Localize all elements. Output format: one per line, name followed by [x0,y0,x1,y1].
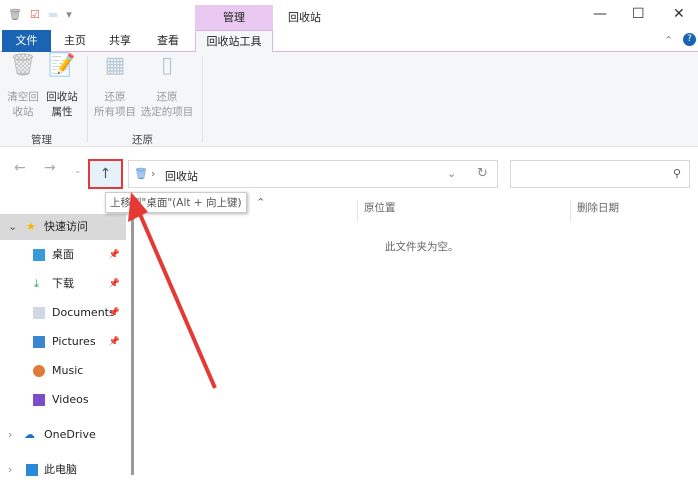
tab-recycle-bin-tools[interactable]: 回收站工具 [195,30,273,53]
column-header-date-deleted[interactable]: 删除日期 [577,200,619,215]
cloud-icon: ☁ [24,428,35,441]
chevron-down-icon[interactable]: ⌄ [8,214,17,240]
group-label-manage: 管理 [31,134,52,146]
arrow-up-icon: ↑ [99,166,112,182]
sidebar-item-pictures[interactable]: Pictures 📌 [0,329,126,355]
pin-icon[interactable]: 📌 [109,242,120,268]
pin-icon[interactable]: 📌 [109,271,120,297]
sidebar-item-videos[interactable]: Videos [0,387,126,413]
restore-selected-icon: ▯ [160,53,174,78]
desktop-icon [33,249,45,261]
tab-view[interactable]: 查看 [148,30,188,52]
properties-icon: 📝 [48,53,76,78]
sidebar-item-quick-access[interactable]: ⌄ ★ 快速访问 [0,214,126,240]
group-label-restore: 还原 [132,134,153,146]
music-icon [33,365,45,377]
sidebar-item-this-pc[interactable]: › 此电脑 [0,457,126,483]
ribbon: 🗑 清空回 收站 📝 回收站 属性 管理 ▦ 还原 所有项目 ▯ 还原 选定的项目 还原 [0,52,698,147]
ribbon-tabs: 文件 主页 共享 查看 回收站工具 ⌃ ? [0,30,698,53]
recycle-bin-properties-button[interactable]: 📝 回收站 属性 [44,53,80,120]
close-button[interactable]: ✕ [673,6,685,22]
restore-all-button[interactable]: ▦ 还原 所有项目 [92,53,138,120]
empty-recycle-bin-button[interactable]: 🗑 清空回 收站 [6,53,40,120]
documents-icon [33,307,45,319]
download-icon: ⤓ [34,277,39,290]
sort-ascending-icon: ⌃ [256,196,266,209]
sidebar-item-onedrive[interactable]: › ☁ OneDrive [0,422,126,448]
window-title: 回收站 [288,11,321,24]
videos-icon [33,394,45,406]
collapse-ribbon-icon[interactable]: ⌃ [664,34,673,47]
recycle-bin-icon: 🗑 [8,8,22,21]
properties-icon[interactable]: ☑ [30,8,40,21]
recent-locations-dropdown[interactable]: ⌄ [74,166,82,176]
chevron-right-icon[interactable]: › [8,422,12,448]
help-icon[interactable]: ? [683,33,696,46]
refresh-icon[interactable]: ↻ [477,166,488,181]
chevron-right-icon[interactable]: › [8,457,12,483]
column-header-original-location[interactable]: 原位置 [364,200,396,215]
quick-access-toolbar: 🗑 ☑ ▬ ▾ [8,8,72,21]
breadcrumb[interactable]: 回收站 [165,168,198,184]
tab-home[interactable]: 主页 [55,30,95,52]
pin-icon[interactable]: 📌 [109,329,120,355]
maximize-button[interactable]: ☐ [632,6,645,22]
chevron-down-icon[interactable]: ⌄ [447,167,456,180]
computer-icon [26,464,38,476]
tooltip: 上移到"桌面"(Alt + 向上键) [105,192,247,213]
search-icon: ⚲ [672,167,681,180]
pictures-icon [33,336,45,348]
back-button[interactable]: ← [14,160,26,176]
address-bar[interactable]: 🗑 › 回收站 ⌄ ↻ [128,160,498,188]
recycle-bin-icon: 🗑 [134,167,148,180]
tab-file[interactable]: 文件 [2,30,51,52]
sidebar-item-music[interactable]: Music [0,358,126,384]
tab-share[interactable]: 共享 [100,30,140,52]
context-tab-manage: 管理 [195,5,273,30]
minimize-button[interactable]: — [593,6,607,22]
star-icon: ★ [26,220,36,233]
sidebar-item-documents[interactable]: Documents 📌 [0,300,126,326]
new-folder-icon[interactable]: ▬ [48,8,58,21]
restore-all-icon: ▦ [104,53,126,78]
empty-folder-message: 此文件夹为空。 [385,241,459,253]
recycle-bin-icon: 🗑 [9,53,37,78]
sidebar-item-desktop[interactable]: 桌面 📌 [0,242,126,268]
breadcrumb-chevron-icon: › [151,167,156,180]
up-button[interactable]: ↑ [88,159,123,189]
customize-dropdown-icon[interactable]: ▾ [66,8,72,21]
forward-button[interactable]: → [44,160,56,176]
restore-selected-button[interactable]: ▯ 还原 选定的项目 [140,53,194,120]
sidebar-item-downloads[interactable]: ⤓ 下载 📌 [0,271,126,297]
sidebar-scrollbar[interactable] [131,205,134,475]
pin-icon[interactable]: 📌 [109,300,120,326]
search-input[interactable]: ⚲ [510,160,690,188]
